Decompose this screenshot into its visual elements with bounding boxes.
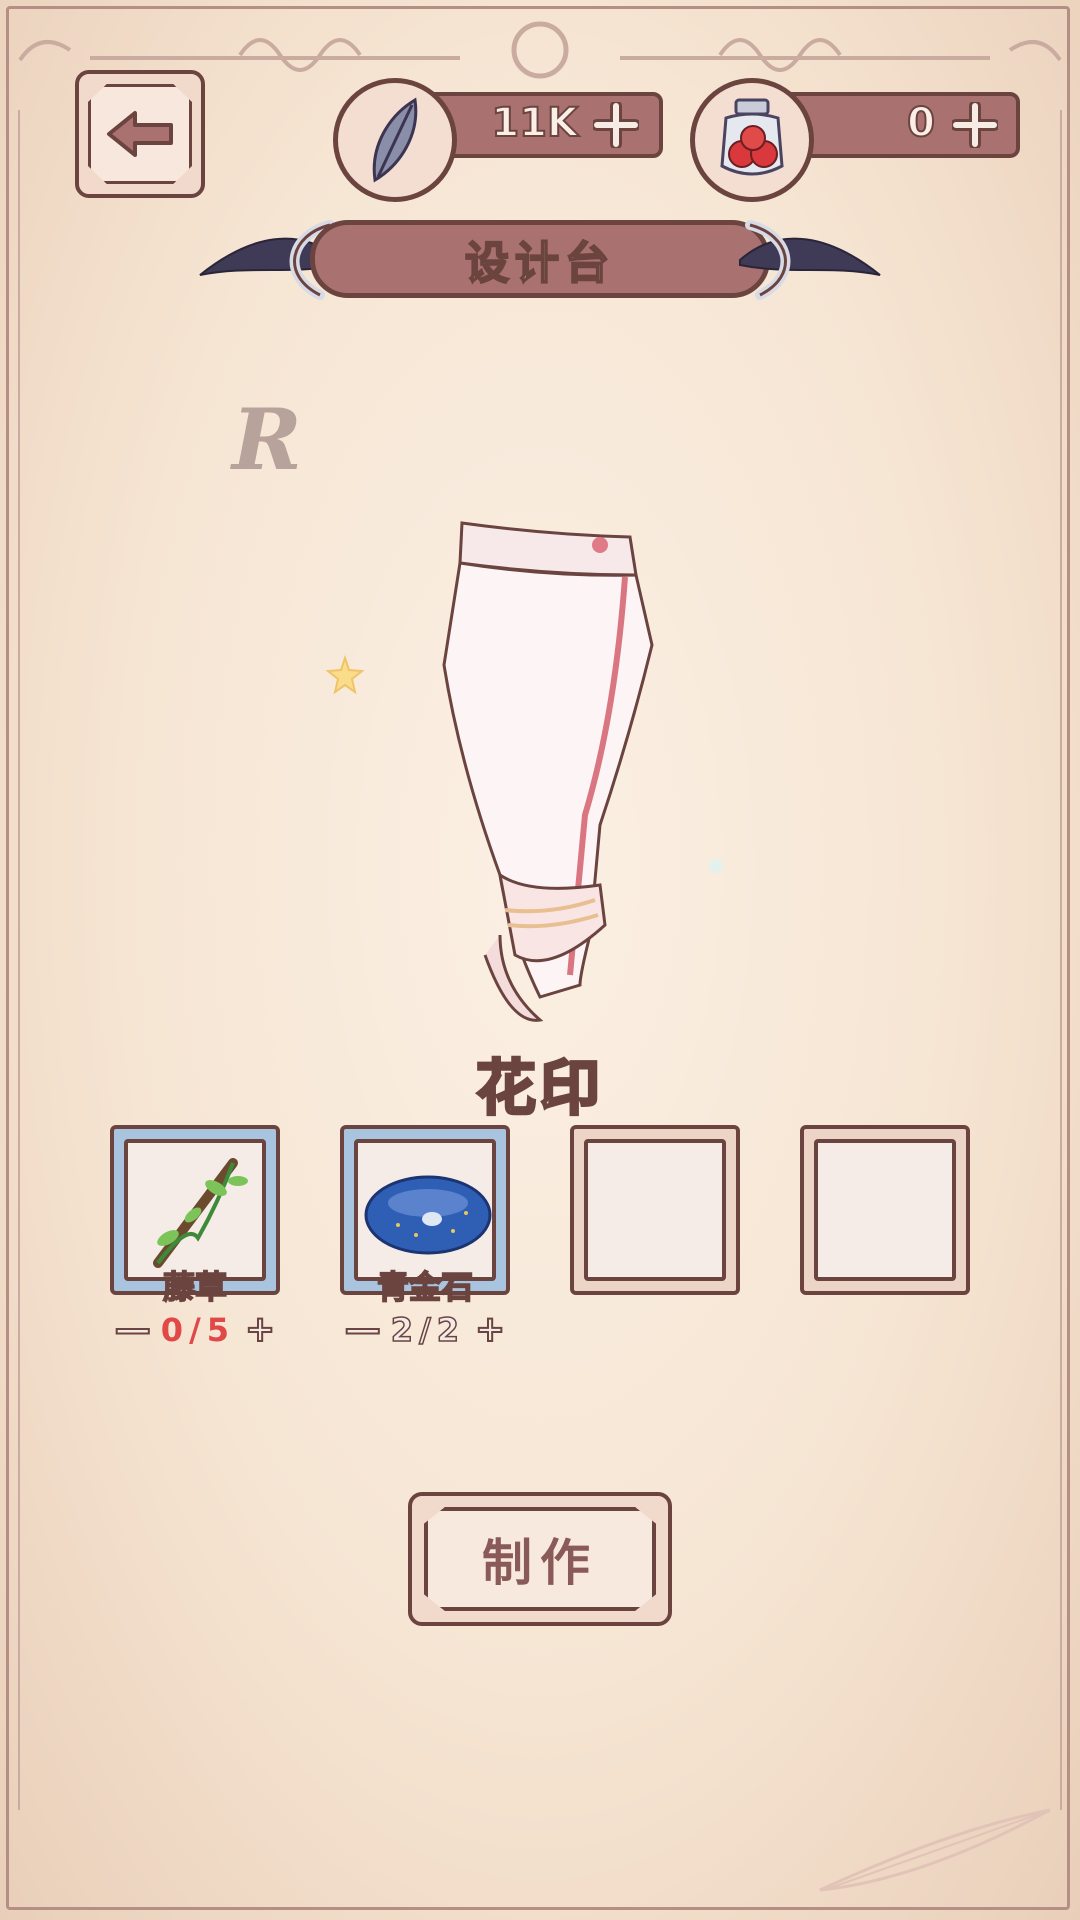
add-feather-plus-icon[interactable] — [593, 102, 639, 148]
currency-feather: 11K — [333, 78, 663, 202]
pants-icon — [442, 521, 654, 1022]
material-count: 0/5 — [160, 1311, 236, 1349]
increase-button[interactable]: + — [474, 1311, 506, 1349]
make-button-label: 制作 — [424, 1507, 656, 1611]
banner-right-ornament — [739, 220, 881, 300]
material-stepper: — 0/5 + — [110, 1308, 280, 1352]
vine-icon — [153, 1158, 248, 1268]
jar-icon-holder — [690, 78, 814, 202]
back-button[interactable] — [75, 70, 205, 198]
feather-quill-decoration — [819, 1808, 1051, 1892]
material-label: 青金石 — [376, 1267, 474, 1307]
material-count: 2/2 — [390, 1310, 466, 1350]
currency-value: 11K — [490, 99, 579, 147]
back-arrow-icon — [107, 111, 173, 157]
material-slot-empty — [570, 1125, 740, 1295]
feather-icon-holder — [333, 78, 457, 202]
material-label: 藤草 — [162, 1267, 228, 1307]
currency-value: 0 — [906, 99, 936, 147]
material-slot-empty — [800, 1125, 970, 1295]
add-jar-plus-icon[interactable] — [952, 102, 998, 148]
decrease-button[interactable]: — — [344, 1311, 382, 1349]
item-name: 花印 — [475, 1053, 604, 1126]
make-button[interactable]: 制作 — [408, 1492, 672, 1626]
material-stepper: — 2/2 + — [340, 1308, 510, 1352]
berry-jar-icon — [720, 98, 784, 176]
decrease-button[interactable]: — — [114, 1311, 152, 1349]
increase-button[interactable]: + — [244, 1311, 276, 1349]
glint-sparkle — [708, 858, 724, 874]
star-sparkle-icon — [325, 655, 365, 695]
lapis-stone-icon — [364, 1175, 492, 1255]
feather-icon — [372, 97, 418, 183]
page-title: 设计台 — [464, 237, 615, 290]
rarity-badge: R — [232, 390, 302, 489]
title-bar: 设计台 — [310, 220, 770, 298]
currency-jar: 0 — [690, 78, 1020, 202]
title-banner: 设计台 — [190, 205, 890, 315]
